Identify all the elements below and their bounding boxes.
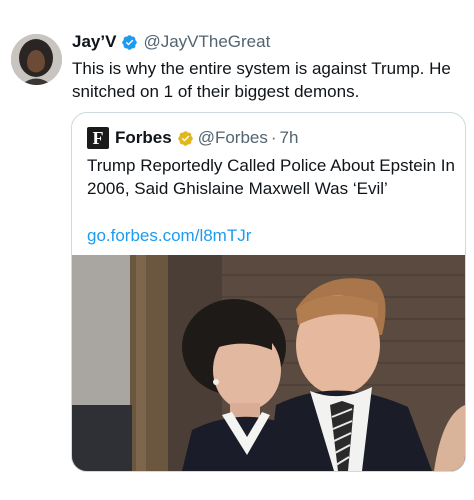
verified-badge-icon [122,34,138,50]
quoted-tweet-text: Trump Reportedly Called Police About Eps… [87,156,455,198]
author-handle[interactable]: @JayVTheGreat [143,31,270,53]
separator-dot: · [270,128,277,147]
quoted-author-name[interactable]: Forbes [115,127,172,149]
quoted-tweet-header: F Forbes @Forbes · 7h [87,127,298,149]
tweet-header: Jay’V @JayVTheGreat [72,31,270,53]
tweet-text: This is why the entire system is against… [72,59,451,101]
quoted-link[interactable]: go.forbes.com/l8mTJr [87,224,251,247]
tweet[interactable]: Jay’V @JayVTheGreat This is why the enti… [0,0,474,500]
news-photo[interactable] [72,255,465,471]
forbes-logo-icon[interactable]: F [87,127,109,149]
author-name[interactable]: Jay’V [72,31,116,53]
quoted-tweet[interactable]: F Forbes @Forbes · 7h Trump Reportedly C… [71,112,466,472]
news-photo-illustration [72,255,465,471]
avatar-photo [11,34,62,85]
gold-verified-badge-icon [177,130,193,146]
quoted-timestamp[interactable]: 7h [280,127,299,149]
avatar[interactable] [11,34,62,85]
quoted-author-handle[interactable]: @Forbes [198,127,268,149]
